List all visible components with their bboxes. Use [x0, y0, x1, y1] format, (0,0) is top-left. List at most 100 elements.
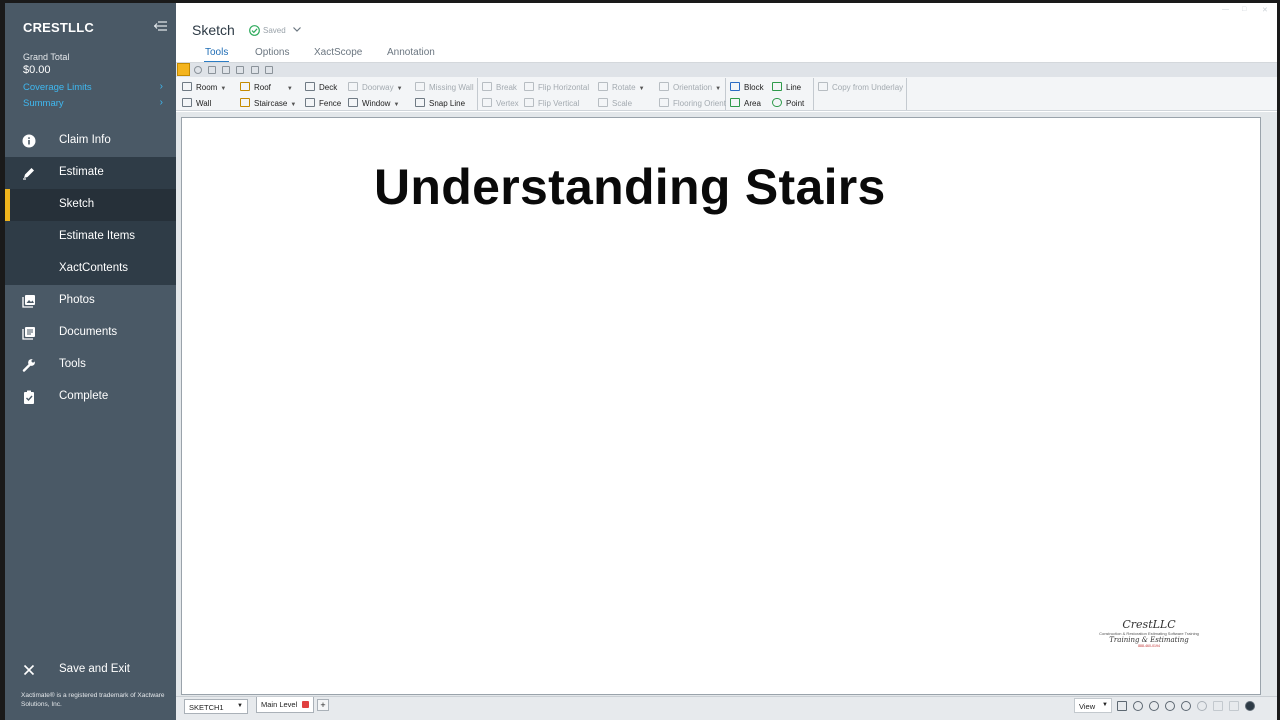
expand-icon[interactable] [1229, 701, 1239, 711]
block-button[interactable]: Block [730, 82, 764, 92]
point-button[interactable]: Point [772, 98, 804, 108]
layers-icon[interactable] [1213, 701, 1223, 711]
zoom-out-icon[interactable] [1149, 701, 1159, 711]
add-level-button[interactable]: + [317, 699, 329, 711]
flip-horizontal-button[interactable]: Flip Horizontal [524, 82, 589, 92]
line-icon [772, 82, 782, 91]
edit-pencil-icon [23, 168, 34, 180]
flip-vertical-label: Flip Vertical [538, 99, 580, 108]
room-button[interactable]: Room ▼ [182, 82, 226, 92]
line-button[interactable]: Line [772, 82, 801, 92]
clipboard-check-icon [24, 390, 34, 404]
select-cursor-icon[interactable] [177, 63, 190, 76]
rotate-button[interactable]: Rotate ▼ [598, 82, 645, 92]
staircase-button[interactable]: Staircase ▼ [240, 98, 296, 108]
sketch-name: SKETCH1 [189, 703, 224, 712]
snap-line-icon [415, 98, 425, 107]
nav-photos[interactable]: Photos [5, 285, 176, 317]
coverage-limits-link[interactable]: Coverage Limits › [23, 81, 163, 93]
room-icon [182, 82, 192, 91]
sketch-selector[interactable]: SKETCH1 ▼ [184, 699, 248, 714]
vertex-button[interactable]: Vertex [482, 98, 519, 108]
chevron-down-icon: ▼ [1102, 702, 1108, 708]
zoom-fit-icon[interactable] [1181, 701, 1191, 711]
cut-icon[interactable] [236, 66, 244, 74]
print-icon[interactable] [265, 66, 273, 74]
zoom-previous-icon[interactable] [1197, 701, 1207, 711]
select-box-icon[interactable] [1117, 701, 1127, 711]
view-dropdown[interactable]: View ▼ [1074, 698, 1112, 713]
flooring-orient-label: Flooring Orient [673, 99, 726, 108]
maximize-icon[interactable]: □ [1242, 6, 1246, 13]
zoom-in-icon[interactable] [1165, 701, 1175, 711]
chevron-down-icon: ▼ [638, 86, 645, 92]
flip-vertical-button[interactable]: Flip Vertical [524, 98, 579, 108]
nav-documents[interactable]: Documents [5, 317, 176, 349]
tab-tools[interactable]: Tools [203, 47, 230, 63]
paste-icon[interactable] [222, 66, 230, 74]
collapse-sidebar-icon[interactable] [154, 20, 167, 32]
sketch-canvas[interactable]: Understanding Stairs CrestLLC Constructi… [181, 117, 1261, 695]
nav-complete[interactable]: Complete [5, 381, 176, 413]
chevron-down-icon: ▼ [290, 102, 297, 108]
level-tab-main[interactable]: Main Level [256, 697, 314, 713]
undo-icon[interactable] [194, 66, 202, 74]
watermark-phone: 888-460-0194 [1138, 644, 1160, 648]
ribbon-group-underlay: Copy from Underlay [814, 78, 907, 110]
window-button[interactable]: Window ▼ [348, 98, 399, 108]
crestllc-watermark: CrestLLC Construction & Restoration Esti… [1099, 618, 1199, 648]
rotate-label: Rotate [612, 83, 636, 92]
area-button[interactable]: Area [730, 98, 761, 108]
tab-options[interactable]: Options [255, 47, 289, 58]
chevron-down-icon[interactable] [292, 24, 302, 34]
nav-estimate[interactable]: Estimate [5, 157, 176, 189]
deck-button[interactable]: Deck [305, 82, 337, 92]
close-window-icon[interactable]: ✕ [1262, 6, 1268, 14]
page-title: Sketch [192, 22, 235, 38]
missing-wall-button[interactable]: Missing Wall [415, 82, 474, 92]
save-and-exit-button[interactable]: Save and Exit [5, 654, 176, 686]
compass-icon[interactable] [1245, 701, 1255, 711]
nav-tools[interactable]: Tools [5, 349, 176, 381]
snap-line-button[interactable]: Snap Line [415, 98, 465, 108]
level-name: Main Level [261, 700, 298, 709]
wrench-icon [22, 359, 35, 372]
lock-icon[interactable] [251, 66, 259, 74]
window-icon [348, 98, 358, 107]
orientation-button[interactable]: Orientation ▼ [659, 82, 721, 92]
tab-annotation[interactable]: Annotation [387, 47, 435, 58]
area-label: Area [744, 99, 761, 108]
minimize-icon[interactable]: — [1222, 6, 1229, 13]
info-icon [22, 134, 36, 148]
scale-button[interactable]: Scale [598, 98, 632, 108]
close-level-icon[interactable] [302, 701, 309, 708]
nav-xactcontents[interactable]: XactContents [5, 253, 176, 285]
scale-label: Scale [612, 99, 633, 108]
nav-estimate-items[interactable]: Estimate Items [5, 221, 176, 253]
window-label: Window [362, 99, 391, 108]
wall-button[interactable]: Wall [182, 98, 211, 108]
pan-hand-icon[interactable] [1133, 701, 1143, 711]
sidebar: CRESTLLC Grand Total $0.00 Coverage Limi… [5, 3, 176, 720]
break-button[interactable]: Break [482, 82, 517, 92]
nav-claim-info[interactable]: Claim Info [5, 125, 176, 157]
chevron-down-icon: ▼ [286, 86, 293, 92]
snap-line-label: Snap Line [429, 99, 466, 108]
flip-horizontal-label: Flip Horizontal [538, 83, 590, 92]
roof-button[interactable]: Roof ▼ [240, 82, 293, 92]
flooring-orient-button[interactable]: Flooring Orient [659, 98, 726, 108]
fence-button[interactable]: Fence [305, 98, 341, 108]
coverage-limits-label: Coverage Limits [23, 82, 92, 93]
chevron-down-icon: ▼ [237, 703, 243, 709]
check-circle-icon [249, 25, 260, 36]
summary-link[interactable]: Summary › [23, 97, 163, 109]
tab-xactscope[interactable]: XactScope [314, 47, 362, 58]
ribbon-toolbar: Room ▼ Wall Roof ▼ Staircase ▼ Deck Fence D… [176, 77, 1277, 111]
nav-label: Estimate [59, 166, 104, 178]
copy-from-underlay-button[interactable]: Copy from Underlay [818, 82, 903, 92]
roof-label: Roof [254, 83, 271, 92]
copy-icon[interactable] [208, 66, 216, 74]
nav-sketch[interactable]: Sketch [5, 189, 176, 221]
orientation-label: Orientation [673, 83, 713, 92]
doorway-button[interactable]: Doorway ▼ [348, 82, 403, 92]
